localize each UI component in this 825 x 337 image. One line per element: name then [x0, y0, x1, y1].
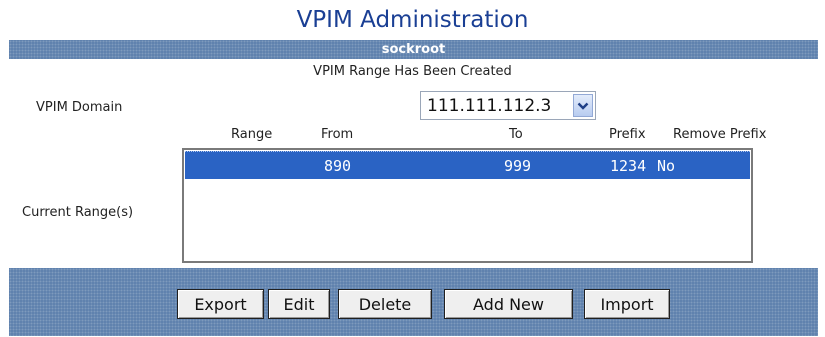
column-header-remove-prefix: Remove Prefix: [673, 127, 767, 142]
vpim-domain-value: 111.111.112.3: [427, 96, 552, 116]
server-name-bar: sockroot: [9, 40, 818, 59]
range-prefix-value: 1234: [610, 157, 647, 175]
column-header-range: Range: [231, 127, 273, 142]
add-new-button[interactable]: Add New: [444, 289, 573, 319]
column-header-from: From: [321, 127, 354, 142]
import-button[interactable]: Import: [584, 289, 670, 319]
vpim-domain-label: VPIM Domain: [36, 100, 123, 115]
range-to-value: 999: [504, 157, 532, 175]
column-header-prefix: Prefix: [609, 127, 646, 142]
chevron-down-icon: [577, 102, 589, 110]
delete-button[interactable]: Delete: [338, 289, 432, 319]
range-from-value: 890: [324, 157, 352, 175]
range-remove-prefix-value: No: [657, 157, 676, 175]
status-message: VPIM Range Has Been Created: [313, 64, 512, 79]
vpim-domain-select[interactable]: 111.111.112.3: [420, 91, 596, 120]
dropdown-arrow-button[interactable]: [573, 94, 593, 117]
edit-button[interactable]: Edit: [268, 289, 330, 319]
range-row-selected[interactable]: 890 999 1234 No: [185, 151, 750, 179]
page-title: VPIM Administration: [296, 7, 529, 33]
export-button[interactable]: Export: [177, 289, 264, 319]
current-ranges-listbox[interactable]: 890 999 1234 No: [182, 148, 753, 263]
current-ranges-label: Current Range(s): [22, 205, 134, 220]
column-header-to: To: [509, 127, 523, 142]
vpim-admin-page: VPIM Administration sockroot VPIM Range …: [0, 0, 825, 337]
